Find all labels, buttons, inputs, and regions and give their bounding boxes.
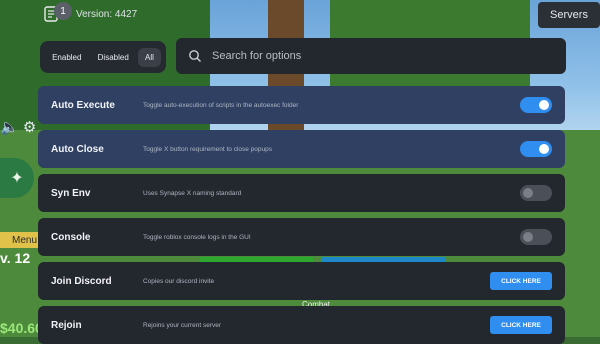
option-title: Rejoin <box>51 319 82 331</box>
option-row-auto-execute: Auto Execute Toggle auto-execution of sc… <box>38 86 565 124</box>
option-description: Rejoins your current server <box>143 321 222 329</box>
option-row-rejoin: Rejoin Rejoins your current server CLICK… <box>38 306 565 344</box>
money-indicator: $40.60 <box>0 320 43 336</box>
search-bar <box>176 38 566 74</box>
left-hud-icons: 🔈 ⚙ <box>0 118 36 136</box>
auto-close-toggle[interactable] <box>520 141 552 157</box>
toggle-knob <box>539 100 549 110</box>
option-title: Auto Close <box>51 143 104 155</box>
option-row-console: Console Toggle roblox console logs in th… <box>38 218 565 256</box>
filter-all[interactable]: All <box>138 47 161 67</box>
speaker-icon[interactable]: 🔈 <box>0 119 19 136</box>
option-description: Toggle X button requirement to close pop… <box>143 145 273 153</box>
filter-tabs: Enabled Disabled All <box>40 41 166 73</box>
option-row-syn-env: Syn Env Uses Synapse X naming standard <box>38 174 565 212</box>
servers-button[interactable]: Servers <box>538 2 600 28</box>
option-description: Toggle roblox console logs in the GUI <box>143 233 251 241</box>
tree-trunk <box>268 0 304 150</box>
notification-badge: 1 <box>54 2 72 20</box>
toggle-knob <box>539 144 549 154</box>
option-description: Uses Synapse X naming standard <box>143 189 242 197</box>
gear-icon[interactable]: ⚙ <box>23 119 36 136</box>
option-row-join-discord: Join Discord Copies our discord invite C… <box>38 262 565 300</box>
search-icon <box>189 50 201 62</box>
option-title: Join Discord <box>51 275 112 287</box>
toggle-knob <box>523 232 533 242</box>
option-title: Auto Execute <box>51 99 115 111</box>
search-input[interactable] <box>210 49 544 63</box>
option-title: Console <box>51 231 91 243</box>
toggle-knob <box>523 188 533 198</box>
level-indicator: v. 12 <box>0 250 31 266</box>
option-row-auto-close: Auto Close Toggle X button requirement t… <box>38 130 565 168</box>
menu-tag[interactable]: Menu <box>0 232 40 248</box>
option-title: Syn Env <box>51 187 91 199</box>
join-discord-button[interactable]: CLICK HERE <box>490 272 552 290</box>
syn-env-toggle[interactable] <box>520 185 552 201</box>
filter-disabled[interactable]: Disabled <box>91 48 136 67</box>
console-toggle[interactable] <box>520 229 552 245</box>
option-description: Copies our discord invite <box>143 277 215 285</box>
version-label: Version: 4427 <box>76 9 138 20</box>
rejoin-button[interactable]: CLICK HERE <box>490 316 552 334</box>
filter-enabled[interactable]: Enabled <box>45 48 88 67</box>
auto-execute-toggle[interactable] <box>520 97 552 113</box>
option-description: Toggle auto-execution of scripts in the … <box>143 101 299 109</box>
